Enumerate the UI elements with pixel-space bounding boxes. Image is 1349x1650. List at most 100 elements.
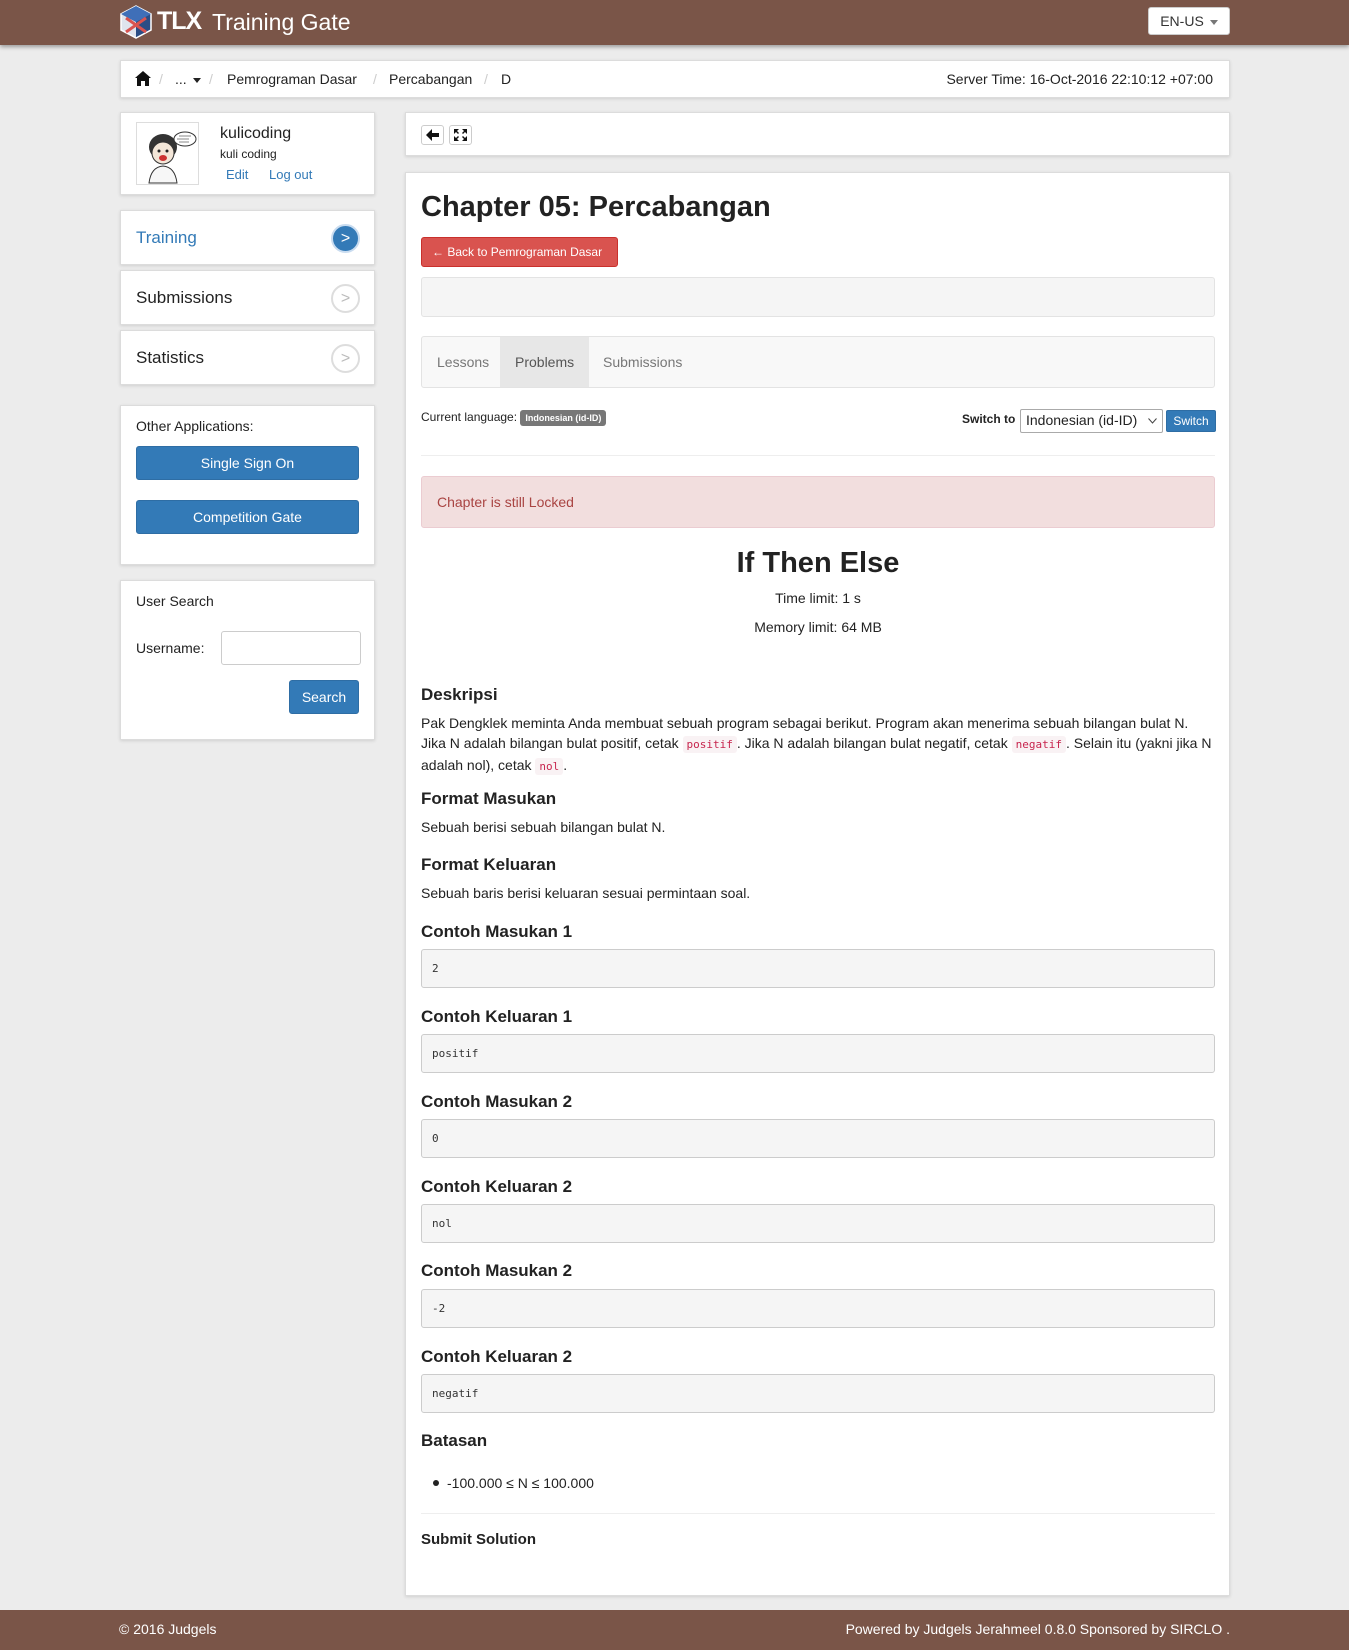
sample-box: 0 bbox=[421, 1119, 1215, 1158]
divider bbox=[421, 1513, 1215, 1514]
sample-box: -2 bbox=[421, 1289, 1215, 1328]
username-label: Username: bbox=[136, 640, 205, 656]
switch-to-label: Switch to bbox=[962, 412, 1016, 426]
tab-problems[interactable]: Problems bbox=[500, 337, 590, 387]
breadcrumb: / ... / Pemrograman Dasar / Percabangan … bbox=[120, 60, 1230, 98]
breadcrumb-separator: / bbox=[209, 71, 213, 87]
sidebar-item-training[interactable]: Training > bbox=[120, 210, 375, 265]
output-format-heading: Format Keluaran bbox=[421, 855, 557, 874]
tab-submissions[interactable]: Submissions bbox=[588, 337, 697, 387]
chevron-right-icon: > bbox=[331, 344, 360, 373]
sample-box: negatif bbox=[421, 1374, 1215, 1413]
time-limit: Time limit: 1 s bbox=[775, 590, 861, 606]
single-sign-on-button[interactable]: Single Sign On bbox=[136, 446, 359, 480]
fullscreen-icon bbox=[454, 129, 467, 141]
bullet-icon bbox=[433, 1480, 439, 1487]
avatar bbox=[136, 122, 199, 185]
caret-down-icon bbox=[1209, 19, 1218, 25]
search-button[interactable]: Search bbox=[289, 680, 359, 714]
powered-by: Powered by Judgels Jerahmeel 0.8.0 Spons… bbox=[845, 1621, 1230, 1637]
breadcrumb-separator: / bbox=[373, 71, 377, 87]
language-select-value: Indonesian (id-ID) bbox=[1026, 412, 1138, 428]
toolbar bbox=[405, 112, 1230, 156]
user-search-title: User Search bbox=[136, 593, 214, 609]
other-applications-panel: Other Applications: Single Sign On Compe… bbox=[120, 405, 375, 565]
tab-lessons[interactable]: Lessons bbox=[422, 337, 504, 387]
input-format-text: Sebuah berisi sebuah bilangan bulat N. bbox=[421, 819, 666, 835]
arrow-left-icon bbox=[426, 129, 439, 141]
username: kulicoding bbox=[220, 125, 292, 142]
submit-solution-heading: Submit Solution bbox=[421, 1531, 536, 1548]
breadcrumb-item-course[interactable]: Pemrograman Dasar bbox=[227, 71, 357, 87]
logo-text[interactable]: TLX bbox=[157, 7, 202, 36]
user-panel: kulicoding kuli coding Edit Log out bbox=[120, 112, 375, 195]
sample-heading: Contoh Keluaran 2 bbox=[421, 1347, 573, 1366]
competition-gate-button[interactable]: Competition Gate bbox=[136, 500, 359, 534]
chapter-title: Chapter 05: Percabangan bbox=[421, 191, 771, 223]
sidebar-item-submissions[interactable]: Submissions > bbox=[120, 270, 375, 325]
arrow-left-icon: ← bbox=[432, 245, 444, 259]
back-to-course-button[interactable]: ← Back to Pemrograman Dasar bbox=[421, 237, 618, 267]
back-arrow-button[interactable] bbox=[421, 125, 444, 145]
chapter-content: Chapter 05: Percabangan ← Back to Pemrog… bbox=[405, 172, 1230, 1596]
language-label: EN-US bbox=[1160, 13, 1204, 29]
chapter-tabs: Lessons Problems Submissions bbox=[421, 336, 1215, 388]
home-icon[interactable] bbox=[135, 71, 151, 86]
inline-code: negatif bbox=[1011, 736, 1066, 753]
sample-heading: Contoh Masukan 1 bbox=[421, 922, 573, 941]
sample-heading: Contoh Masukan 2 bbox=[421, 1261, 573, 1280]
input-format-heading: Format Masukan bbox=[421, 789, 557, 808]
server-time: Server Time: 16-Oct-2016 22:10:12 +07:00 bbox=[946, 71, 1213, 87]
description-heading: Deskripsi bbox=[421, 685, 498, 704]
constraint-item: -100.000 ≤ N ≤ 100.000 bbox=[421, 1475, 594, 1491]
username-search-input[interactable] bbox=[221, 631, 361, 665]
footer: © 2016 Judgels Powered by Judgels Jerahm… bbox=[0, 1610, 1349, 1650]
user-search-panel: User Search Username: Search bbox=[120, 580, 375, 740]
back-to-course-label: Back to Pemrograman Dasar bbox=[447, 245, 603, 259]
edit-profile-link[interactable]: Edit bbox=[226, 167, 248, 182]
output-format-text: Sebuah baris berisi keluaran sesuai perm… bbox=[421, 885, 751, 901]
language-select[interactable]: Indonesian (id-ID) bbox=[1020, 409, 1163, 433]
sidebar-item-label: Statistics bbox=[136, 348, 205, 367]
copyright: © 2016 Judgels bbox=[119, 1621, 217, 1637]
sidebar-item-label: Training bbox=[136, 228, 197, 247]
user-real-name: kuli coding bbox=[220, 147, 277, 161]
chevron-right-icon: > bbox=[331, 284, 360, 313]
sample-heading: Contoh Masukan 2 bbox=[421, 1092, 573, 1111]
inline-code: positif bbox=[682, 736, 737, 753]
chevron-right-icon: > bbox=[331, 224, 360, 253]
breadcrumb-separator: / bbox=[484, 71, 488, 87]
breadcrumb-more-dropdown[interactable]: ... bbox=[175, 71, 201, 87]
sample-box: 2 bbox=[421, 949, 1215, 988]
caret-down-icon bbox=[192, 77, 201, 83]
sample-box: positif bbox=[421, 1034, 1215, 1073]
constraints-heading: Batasan bbox=[421, 1431, 488, 1450]
chevron-down-icon bbox=[1148, 418, 1157, 424]
sample-heading: Contoh Keluaran 1 bbox=[421, 1007, 573, 1026]
language-badge: Indonesian (id-ID) bbox=[520, 410, 607, 426]
fullscreen-button[interactable] bbox=[449, 125, 472, 145]
user-avatar-icon bbox=[137, 123, 198, 184]
sidebar-item-statistics[interactable]: Statistics > bbox=[120, 330, 375, 385]
breadcrumb-item-problem: D bbox=[501, 71, 512, 87]
switch-language-button[interactable]: Switch bbox=[1166, 410, 1216, 432]
locked-alert: Chapter is still Locked bbox=[421, 476, 1215, 528]
sidebar-item-label: Submissions bbox=[136, 288, 233, 307]
other-applications-title: Other Applications: bbox=[136, 418, 254, 434]
top-navbar: TLX Training Gate EN-US bbox=[0, 0, 1349, 45]
app-title[interactable]: Training Gate bbox=[212, 9, 351, 36]
divider bbox=[421, 455, 1215, 456]
sample-box: nol bbox=[421, 1204, 1215, 1243]
current-language: Current language: Indonesian (id-ID) bbox=[421, 410, 607, 426]
sample-heading: Contoh Keluaran 2 bbox=[421, 1177, 573, 1196]
description-text: Pak Dengklek meminta Anda membuat sebuah… bbox=[421, 715, 1212, 775]
logout-link[interactable]: Log out bbox=[269, 167, 312, 182]
current-language-label: Current language: bbox=[421, 410, 518, 425]
breadcrumb-separator: / bbox=[159, 71, 163, 87]
language-dropdown[interactable]: EN-US bbox=[1148, 7, 1230, 35]
memory-limit: Memory limit: 64 MB bbox=[754, 619, 882, 635]
chapter-description-well bbox=[421, 277, 1215, 317]
tlx-logo-icon[interactable] bbox=[119, 5, 153, 39]
problem-title: If Then Else bbox=[736, 547, 900, 579]
breadcrumb-item-chapter[interactable]: Percabangan bbox=[389, 71, 472, 87]
